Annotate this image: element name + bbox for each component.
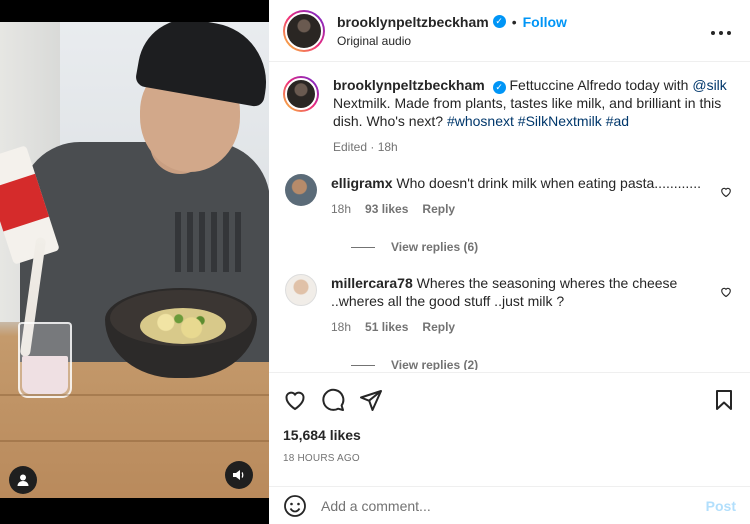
comment-composer: Post (269, 486, 750, 524)
verified-badge-icon: ✓ (492, 15, 506, 28)
comment-age[interactable]: 18h (331, 318, 351, 336)
reply-button[interactable]: Reply (422, 318, 455, 336)
view-replies-button[interactable]: View replies (2) (351, 358, 736, 370)
comment-likes[interactable]: 93 likes (365, 200, 408, 218)
mention-link[interactable]: @silk (692, 77, 726, 93)
emoji-icon[interactable] (283, 494, 307, 518)
hashtag-link[interactable]: #whosnext (447, 113, 514, 129)
edited-label: Edited · 18h (333, 140, 398, 154)
post-details-panel: brooklynpeltzbeckham ✓ • Follow Original… (269, 0, 750, 524)
comment-likes[interactable]: 51 likes (365, 318, 408, 336)
view-replies-button[interactable]: View replies (6) (351, 240, 736, 254)
pasta (140, 308, 226, 344)
user-icon (17, 474, 29, 486)
speaker-icon (233, 470, 244, 480)
hashtag-link[interactable]: #ad (606, 113, 629, 129)
author-username[interactable]: brooklynpeltzbeckham (337, 14, 489, 30)
comment-age[interactable]: 18h (331, 200, 351, 218)
post-video[interactable] (0, 0, 269, 524)
video-frame[interactable] (0, 22, 269, 498)
comment-username[interactable]: millercara78 (331, 275, 413, 291)
separator-dot: • (511, 13, 517, 30)
post-actions: 15,684 likes 18 HOURS AGO (269, 372, 750, 464)
heart-icon (721, 287, 731, 298)
post-date[interactable]: 18 HOURS AGO (283, 453, 736, 464)
caption-text: Fettuccine Alfredo today with (509, 77, 693, 93)
likes-count[interactable]: 15,684 likes (283, 427, 736, 443)
caption: brooklynpeltzbeckham ✓ Fettuccine Alfred… (283, 76, 736, 156)
comment-text: Who doesn't drink milk when eating pasta… (396, 175, 701, 191)
comment-item: elligramx Who doesn't drink milk when ea… (283, 174, 736, 218)
comment-like-button[interactable] (716, 186, 736, 201)
post-comment-button[interactable]: Post (706, 498, 736, 514)
author-avatar[interactable] (283, 9, 325, 52)
more-icon (711, 31, 731, 35)
heart-icon (721, 187, 731, 198)
glass (18, 322, 72, 398)
heart-icon[interactable] (283, 388, 307, 412)
instagram-post: brooklynpeltzbeckham ✓ • Follow Original… (0, 0, 750, 524)
comment-item: millercara78 Wheres the seasoning wheres… (283, 274, 736, 336)
audio-toggle-button[interactable] (225, 461, 253, 489)
more-options-button[interactable] (706, 20, 736, 41)
commenter-avatar[interactable] (285, 274, 317, 306)
commenter-avatar[interactable] (285, 174, 317, 206)
follow-button[interactable]: Follow (523, 14, 567, 30)
caption-avatar[interactable] (283, 76, 319, 112)
verified-badge-icon: ✓ (492, 80, 506, 94)
comment-username[interactable]: elligramx (331, 175, 392, 191)
bookmark-icon[interactable] (712, 388, 736, 412)
comments-section[interactable]: brooklynpeltzbeckham ✓ Fettuccine Alfred… (269, 62, 750, 370)
hashtag-link[interactable]: #SilkNextmilk (518, 113, 602, 129)
caption-username[interactable]: brooklynpeltzbeckham (333, 77, 485, 93)
comment-icon[interactable] (321, 388, 345, 412)
comment-like-button[interactable] (716, 286, 736, 301)
comment-input[interactable] (321, 497, 706, 514)
tagged-users-button[interactable] (9, 466, 37, 494)
post-header: brooklynpeltzbeckham ✓ • Follow Original… (269, 0, 750, 62)
share-icon[interactable] (359, 388, 383, 412)
audio-link[interactable]: Original audio (337, 34, 706, 48)
reply-button[interactable]: Reply (422, 200, 455, 218)
